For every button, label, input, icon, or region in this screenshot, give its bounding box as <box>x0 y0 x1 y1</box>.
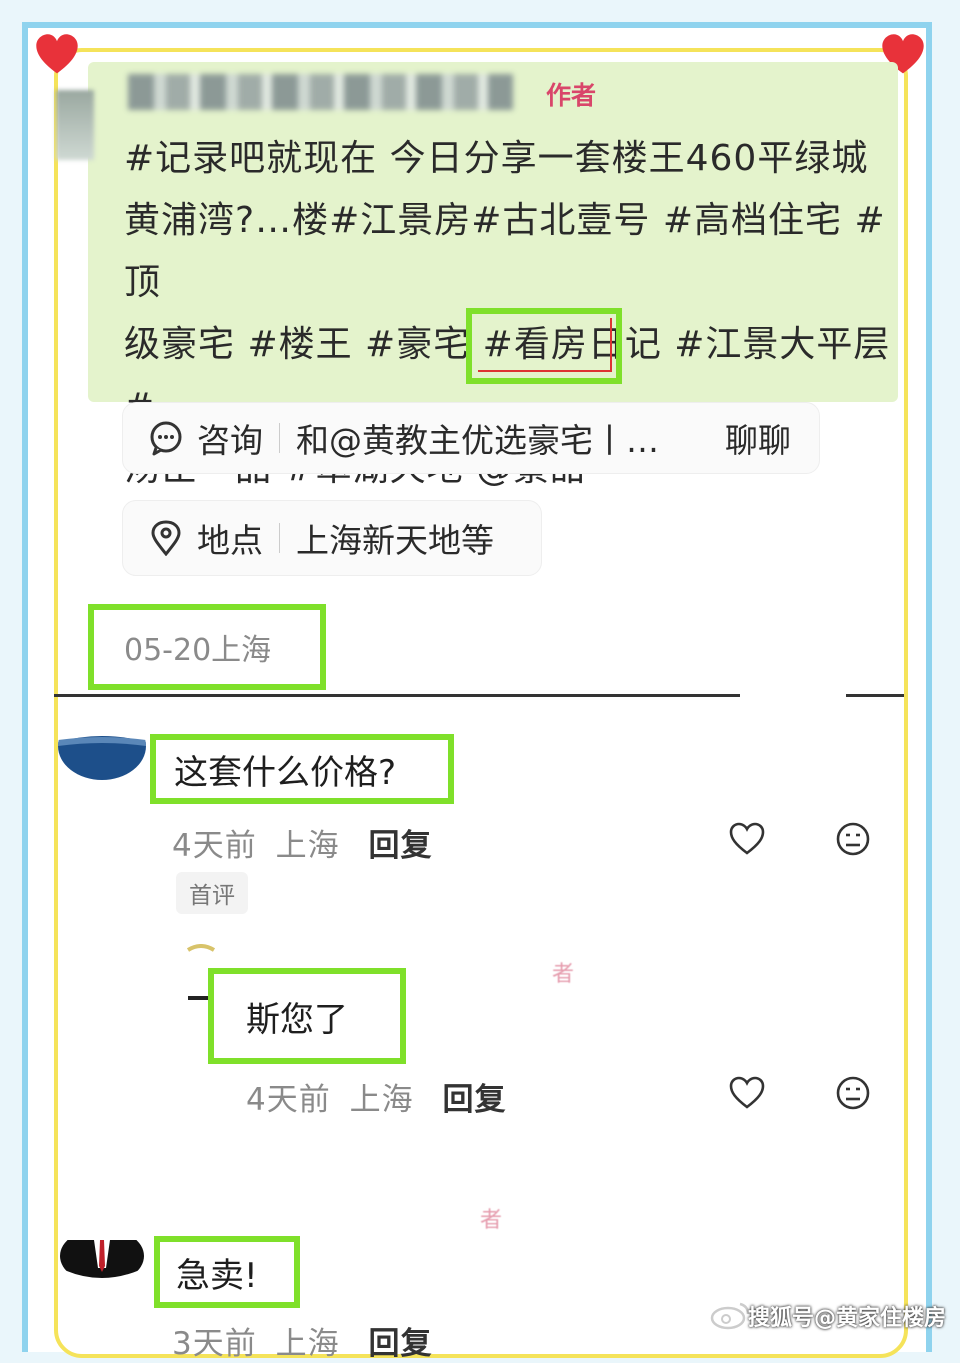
first-comment-badge: 首评 <box>176 872 248 914</box>
post-text-line: 黄浦湾?…楼#江景房#古北壹号 #高档住宅 #顶 <box>124 200 886 303</box>
comment-time: 3天前 <box>172 1326 257 1362</box>
consult-chat-button[interactable]: 聊聊 <box>725 414 791 462</box>
consult-label: 咨询 <box>197 421 263 460</box>
author-badge: 作者 <box>546 81 597 110</box>
faint-author-tag: 者 <box>480 1208 503 1233</box>
weibo-logo-icon <box>708 1300 752 1330</box>
comment-text: 急卖! <box>154 1236 300 1308</box>
comment-meta: 4天前 上海 回复 <box>246 1074 506 1119</box>
commenter-avatar[interactable] <box>60 1228 144 1284</box>
consult-text: 和@黄教主优选豪宅丨… <box>296 421 659 460</box>
like-heart-icon[interactable] <box>728 1074 766 1112</box>
post-date: 05-20上海 <box>88 604 326 690</box>
comment-meta: 4天前 上海 回复 <box>172 820 432 865</box>
author-avatar[interactable] <box>56 90 94 160</box>
location-label: 地点 <box>197 521 263 560</box>
pill-separator <box>279 523 280 553</box>
dislike-face-icon[interactable] <box>834 820 872 858</box>
author-name-redacted[interactable] <box>128 74 513 110</box>
comment-time: 4天前 <box>246 1082 331 1118</box>
comment-text: 斯您了 <box>208 968 406 1064</box>
comment-time: 4天前 <box>172 828 257 864</box>
heart-decoration-icon <box>34 32 80 78</box>
faint-author-tag: 者 <box>552 962 575 987</box>
comment-place: 上海 <box>275 828 340 864</box>
comment-text: 这套什么价格? <box>150 734 454 804</box>
location-text: 上海新天地等 <box>296 521 494 560</box>
post-text-line: #记录吧就现在 今日分享一套楼王460平绿城 <box>124 138 869 179</box>
reply-button[interactable]: 回复 <box>442 1082 506 1118</box>
consult-pill[interactable]: 咨询 和@黄教主优选豪宅丨… 聊聊 <box>122 402 820 474</box>
chat-bubble-icon <box>147 419 185 457</box>
location-pill[interactable]: 地点 上海新天地等 <box>122 500 542 576</box>
comment-place: 上海 <box>275 1326 340 1362</box>
reply-button[interactable]: 回复 <box>368 1326 432 1362</box>
dislike-face-icon[interactable] <box>834 1074 872 1112</box>
pill-separator <box>279 423 280 453</box>
comment-place: 上海 <box>349 1082 414 1118</box>
location-pin-icon <box>147 519 185 557</box>
commenter-avatar[interactable] <box>58 712 146 780</box>
comment-divider <box>54 694 740 697</box>
mention-red-underline <box>478 318 612 372</box>
source-watermark: 搜狐号@黄家住楼房 <box>747 1306 946 1331</box>
reply-button[interactable]: 回复 <box>368 828 432 864</box>
comment-meta: 3天前 上海 回复 <box>172 1318 432 1363</box>
like-heart-icon[interactable] <box>728 820 766 858</box>
comment-divider <box>846 694 904 697</box>
